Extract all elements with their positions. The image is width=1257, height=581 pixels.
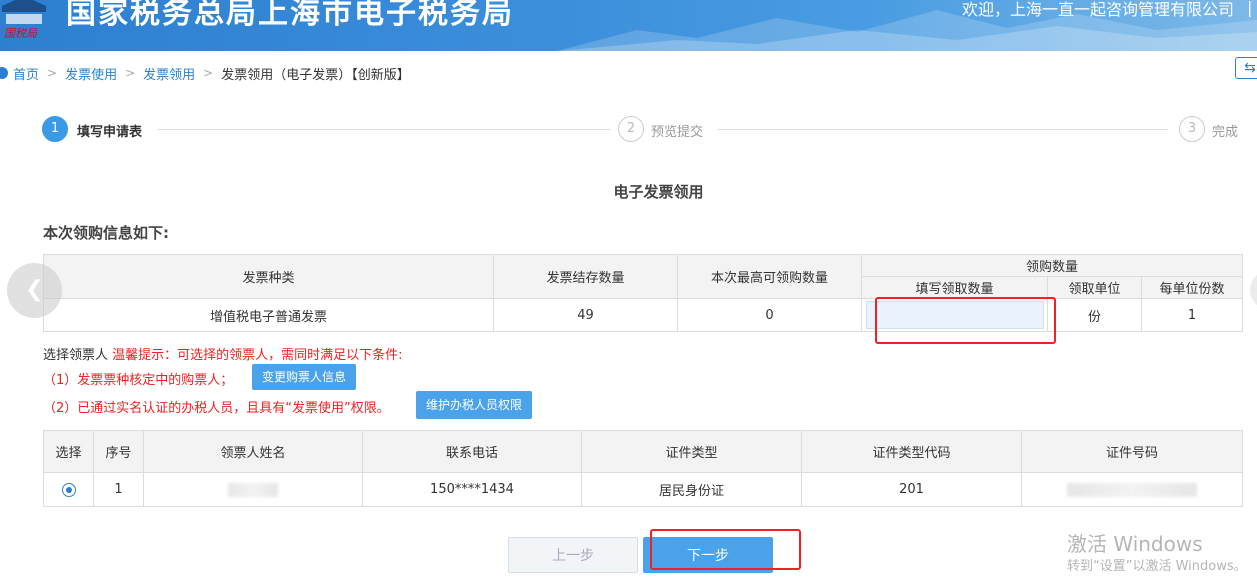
highlight-annotation	[875, 297, 1056, 344]
table-row: 增值税电子普通发票 49 0 份 1	[43, 298, 1243, 332]
step-3-label: 完成	[1212, 125, 1239, 140]
tip-condition-2: （2）已通过实名认证的办税人员，且具有“发票使用”权限。	[43, 401, 390, 416]
cell-invoice-type: 增值税电子普通发票	[43, 298, 494, 332]
breadcrumb: 首页 > 发票使用 > 发票领用 > 发票领用（电子发票）【创新版】	[0, 63, 410, 83]
tip-condition-1: （1）发票票种核定中的购票人；	[43, 373, 234, 388]
header-id-type-code: 证件类型代码	[801, 430, 1022, 473]
redacted-id-number	[1067, 482, 1197, 497]
redacted-name	[228, 482, 278, 497]
step-2-label: 预览提交	[651, 125, 704, 140]
header-index: 序号	[93, 430, 144, 473]
header-unit: 领取单位	[1047, 276, 1142, 299]
tip-prefix: 选择领票人	[43, 348, 109, 363]
highlight-annotation	[650, 529, 801, 570]
header-invoice-type: 发票种类	[43, 254, 494, 299]
carousel-left-arrow-icon[interactable]: ❮	[7, 263, 62, 318]
maintain-permission-button[interactable]: 维护办税人员权限	[416, 391, 533, 419]
step-connector	[718, 129, 1168, 130]
header-select: 选择	[43, 430, 94, 473]
step-1-label: 填写申请表	[77, 125, 143, 140]
cell-id-number	[1021, 472, 1243, 507]
header-id-type: 证件类型	[581, 430, 802, 473]
breadcrumb-separator: >	[203, 66, 214, 80]
breadcrumb-home[interactable]: 首页	[13, 64, 39, 83]
step-2-circle: 2	[618, 116, 644, 142]
header-fill-quantity: 填写领取数量	[861, 276, 1048, 299]
header-name: 领票人姓名	[143, 430, 363, 473]
header-phone: 联系电话	[362, 430, 582, 473]
windows-activation-watermark: 激活 Windows	[1067, 532, 1203, 556]
section-title: 本次领购信息如下:	[43, 224, 169, 242]
breadcrumb-invoice-use[interactable]: 发票使用	[65, 64, 117, 83]
cell-stock: 49	[493, 298, 678, 332]
header-per-unit: 每单位份数	[1141, 276, 1243, 299]
ticket-person-table: 选择 序号 领票人姓名 联系电话 证件类型 证件类型代码 证件号码 1 150*…	[43, 430, 1243, 507]
prev-step-button[interactable]: 上一步	[508, 537, 638, 573]
tip-select-person: 选择领票人 温馨提示：可选择的领票人，需同时满足以下条件:	[43, 344, 403, 363]
cell-unit: 份	[1047, 298, 1142, 332]
cell-id-type: 居民身份证	[581, 472, 802, 507]
cell-max-quantity: 0	[677, 298, 862, 332]
windows-activation-hint: 转到“设置”以激活 Windows。	[1067, 559, 1247, 574]
tax-bureau-logo-icon: 国税局	[2, 0, 46, 40]
welcome-text: 欢迎，上海一直一起咨询管理有限公司	[962, 0, 1235, 19]
site-title: 国家税务总局上海市电子税务局	[66, 0, 514, 31]
header-separator: |	[1247, 0, 1253, 17]
step-3-circle: 3	[1179, 116, 1205, 142]
cell-index: 1	[93, 472, 144, 507]
invoice-table: 发票种类 发票结存数量 本次最高可领购数量 领购数量 填写领取数量 领取单位 每…	[43, 254, 1243, 332]
change-buyer-button[interactable]: 变更购票人信息	[252, 364, 357, 390]
form-title: 电子发票领用	[613, 183, 704, 201]
carousel-right-arrow-icon[interactable]	[1250, 270, 1257, 310]
breadcrumb-current: 发票领用（电子发票）【创新版】	[221, 67, 410, 83]
header-max-quantity: 本次最高可领购数量	[677, 254, 862, 299]
cell-per-unit: 1	[1141, 298, 1243, 332]
header-stock: 发票结存数量	[493, 254, 678, 299]
cell-name	[143, 472, 363, 507]
breadcrumb-separator: >	[47, 66, 58, 80]
home-icon	[0, 67, 8, 79]
breadcrumb-separator: >	[125, 66, 136, 80]
step-connector	[158, 129, 610, 130]
back-icon[interactable]: ⇆	[1235, 57, 1257, 79]
cell-id-type-code: 201	[801, 472, 1022, 507]
cell-phone: 150****1434	[362, 472, 582, 507]
cell-select	[43, 472, 94, 507]
svg-text:国税局: 国税局	[4, 27, 38, 40]
table-row[interactable]: 1 150****1434 居民身份证 201	[43, 472, 1243, 507]
tip-warm-hint: 温馨提示：可选择的领票人，需同时满足以下条件:	[112, 348, 403, 363]
header-id-number: 证件号码	[1021, 430, 1243, 473]
header-quantity-group: 领购数量	[861, 254, 1243, 277]
step-1-circle: 1	[42, 116, 68, 142]
site-header: 国税局 国家税务总局上海市电子税务局 欢迎，上海一直一起咨询管理有限公司 |	[0, 0, 1257, 51]
breadcrumb-invoice-claim[interactable]: 发票领用	[143, 64, 195, 83]
select-person-radio[interactable]	[61, 482, 76, 497]
